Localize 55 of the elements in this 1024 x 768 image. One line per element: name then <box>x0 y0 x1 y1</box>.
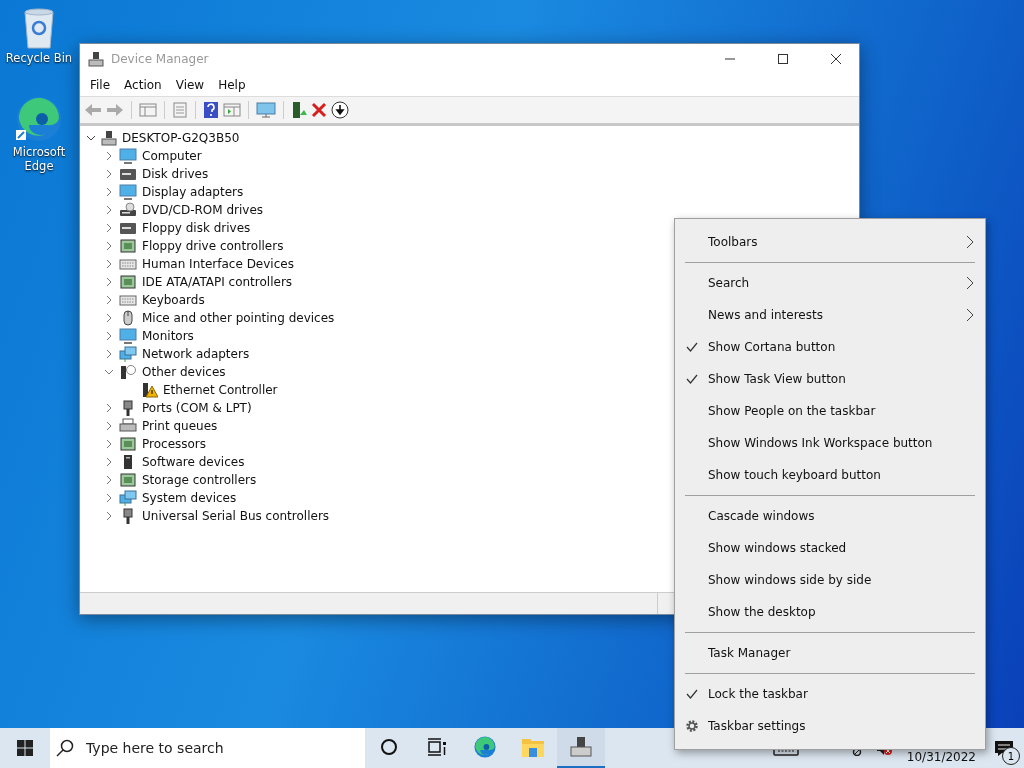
close-icon <box>831 54 841 64</box>
task-view-icon <box>427 738 447 756</box>
checkmark-icon <box>685 342 698 352</box>
window-title: Device Manager <box>111 52 209 66</box>
chip-icon <box>119 472 137 488</box>
keyboard-icon <box>119 256 137 272</box>
menu-item[interactable]: Show the desktop <box>675 596 985 628</box>
maximize-icon <box>778 54 788 64</box>
menu-item[interactable]: Search <box>675 267 985 299</box>
menu-item[interactable]: Show windows side by side <box>675 564 985 596</box>
search-icon <box>56 739 74 757</box>
keyboard-icon <box>119 292 137 308</box>
taskbar-button[interactable] <box>557 728 605 768</box>
browser-icon <box>473 735 497 759</box>
menu-item[interactable]: Show Task View button <box>675 363 985 395</box>
computer-icon <box>101 130 117 146</box>
printer-icon <box>119 418 137 434</box>
monitor-icon <box>119 184 137 200</box>
desktop-icon-label: Microsoft Edge <box>11 145 67 174</box>
desktop-icon-label: Recycle Bin <box>5 52 73 66</box>
minimize-icon <box>725 58 735 60</box>
checkmark-icon <box>685 689 698 699</box>
unknown-device-icon <box>119 364 137 380</box>
device-manager-icon <box>569 736 593 758</box>
date-text[interactable]: 10/31/2022 <box>906 750 976 764</box>
chip-icon <box>119 238 137 254</box>
drive-icon <box>119 166 137 182</box>
menu-item[interactable]: Lock the taskbar <box>675 678 985 710</box>
menu-item[interactable]: News and interests <box>675 299 985 331</box>
menu-item[interactable]: Show Windows Ink Workspace button <box>675 427 985 459</box>
device-manager-icon <box>88 51 104 67</box>
monitor-icon <box>119 148 137 164</box>
disc-drive-icon <box>119 202 137 218</box>
menu-item[interactable]: Show touch keyboard button <box>675 459 985 491</box>
menu-item[interactable]: Taskbar settings <box>675 710 985 742</box>
windows-start-icon[interactable] <box>17 740 33 756</box>
chevron-right-icon <box>966 235 974 249</box>
circle-icon <box>380 738 398 756</box>
menu-item[interactable]: Cascade windows <box>675 500 985 532</box>
menu-item[interactable]: Show Cortana button <box>675 331 985 363</box>
notifications-button[interactable]: 1 <box>984 728 1024 768</box>
chevron-right-icon <box>966 276 974 290</box>
menu-item[interactable]: Toolbars <box>675 226 985 258</box>
settings-icon <box>684 719 699 733</box>
folder-icon <box>521 736 545 758</box>
chip-icon <box>119 274 137 290</box>
search-field[interactable]: Type here to search <box>50 728 365 768</box>
monitor-icon <box>119 328 137 344</box>
checkmark-icon <box>685 374 698 384</box>
drive-icon <box>119 220 137 236</box>
menu-item[interactable]: Show People on the taskbar <box>675 395 985 427</box>
chip-icon <box>119 436 137 452</box>
menu-item[interactable]: Task Manager <box>675 637 985 669</box>
chevron-right-icon <box>966 308 974 322</box>
menu-item[interactable]: Show windows stacked <box>675 532 985 564</box>
